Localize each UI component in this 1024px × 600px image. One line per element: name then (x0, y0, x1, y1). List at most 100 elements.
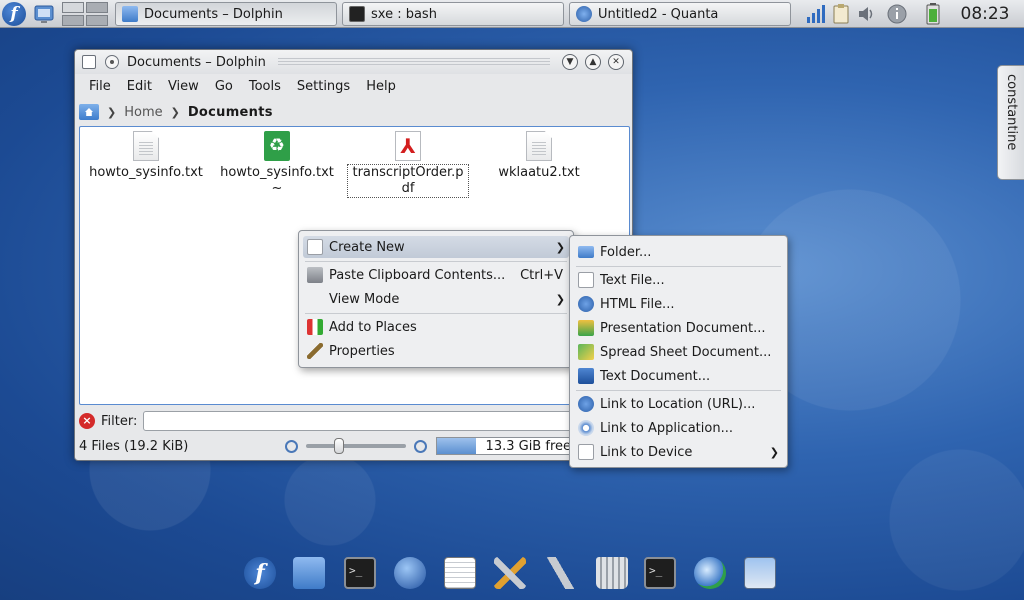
pager-desktop-3[interactable] (62, 15, 84, 26)
application-icon (578, 420, 594, 436)
file-name: howto_sysinfo.txt~ (220, 165, 334, 196)
filter-bar: × Filter: (79, 410, 630, 432)
tools-icon[interactable] (494, 557, 526, 589)
breadcrumb-current[interactable]: Documents (188, 105, 273, 120)
properties-icon (307, 343, 323, 359)
terminal-icon[interactable]: >_ (644, 557, 676, 589)
desktop-pager[interactable] (62, 2, 108, 26)
text-document-icon (578, 368, 594, 384)
volume-icon[interactable] (856, 3, 876, 25)
window-menu-icon[interactable] (82, 55, 96, 69)
titlebar-grip (277, 57, 550, 67)
file-item[interactable]: ⅄ transcriptOrder.pdf (347, 131, 469, 198)
menu-separator (305, 313, 567, 314)
submenu-item-spreadsheet[interactable]: Spread Sheet Document... (574, 341, 783, 363)
submenu-item-link-application[interactable]: Link to Application... (574, 417, 783, 439)
submenu-item-link-url[interactable]: Link to Location (URL)... (574, 393, 783, 415)
file-item[interactable]: ♻ howto_sysinfo.txt~ (217, 131, 337, 197)
menu-item-view-mode[interactable]: View Mode ❯ (303, 288, 569, 310)
clock[interactable]: 08:23 (946, 2, 1024, 26)
filter-input[interactable] (143, 411, 630, 431)
pager-desktop-2[interactable] (86, 2, 108, 13)
menu-settings[interactable]: Settings (289, 76, 358, 98)
trash-icon[interactable] (596, 557, 628, 589)
maximize-button-icon[interactable]: ▲ (585, 54, 601, 70)
network-signal-icon[interactable] (806, 3, 826, 25)
settings-icon[interactable] (545, 557, 577, 589)
menu-edit[interactable]: Edit (119, 76, 160, 98)
menu-help[interactable]: Help (358, 76, 404, 98)
menu-item-label: Folder... (600, 244, 652, 260)
chevron-right-icon: ❯ (555, 240, 565, 254)
menu-separator (576, 266, 781, 267)
html-file-icon (578, 296, 594, 312)
top-panel: f Documents – Dolphin sxe : bash Untitle… (0, 0, 1024, 28)
close-button-icon[interactable]: ✕ (608, 54, 624, 70)
window-titlebar[interactable]: Documents – Dolphin ▼ ▲ ✕ (75, 50, 632, 74)
menu-item-paste[interactable]: Paste Clipboard Contents... Ctrl+V (303, 264, 569, 286)
zoom-out-icon[interactable] (285, 439, 298, 453)
clear-filter-icon[interactable]: × (79, 413, 95, 429)
sticky-button-icon[interactable] (105, 55, 119, 69)
taskbar-item-terminal[interactable]: sxe : bash (342, 2, 564, 26)
status-bar: 4 Files (19.2 KiB) 13.3 GiB free (79, 436, 630, 456)
info-icon[interactable] (886, 3, 908, 25)
terminal-icon[interactable]: >_ (344, 557, 376, 589)
file-name: transcriptOrder.pdf (347, 164, 469, 198)
submenu-item-text-document[interactable]: Text Document... (574, 365, 783, 387)
fedora-icon[interactable]: f (244, 557, 276, 589)
clipboard-icon[interactable] (831, 3, 851, 25)
menu-tools[interactable]: Tools (241, 76, 289, 98)
file-item[interactable]: howto_sysinfo.txt (86, 131, 206, 181)
text-file-icon (578, 272, 594, 288)
menu-item-label: Text Document... (600, 368, 711, 384)
menu-item-label: Link to Location (URL)... (600, 396, 756, 412)
free-space-bar: 13.3 GiB free (436, 437, 576, 455)
quanta-icon (576, 6, 592, 22)
submenu-item-text-file[interactable]: Text File... (574, 269, 783, 291)
home-folder-icon[interactable] (293, 557, 325, 589)
menu-view[interactable]: View (160, 76, 207, 98)
menu-item-label: HTML File... (600, 296, 675, 312)
file-name: howto_sysinfo.txt (89, 165, 203, 180)
fedora-menu-icon[interactable]: f (2, 2, 26, 26)
text-file-icon (526, 131, 552, 161)
file-manager-icon[interactable] (744, 557, 776, 589)
context-menu: Create New ❯ Paste Clipboard Contents...… (298, 230, 574, 368)
menu-item-properties[interactable]: Properties (303, 340, 569, 362)
spreadsheet-icon (578, 344, 594, 360)
minimize-button-icon[interactable]: ▼ (562, 54, 578, 70)
taskbar-item-dolphin[interactable]: Documents – Dolphin (115, 2, 337, 26)
paste-icon (307, 267, 323, 283)
file-item[interactable]: wklaatu2.txt (479, 131, 599, 181)
text-editor-icon[interactable] (444, 557, 476, 589)
taskbar-item-quanta[interactable]: Untitled2 - Quanta (569, 2, 791, 26)
device-icon (578, 444, 594, 460)
pager-desktop-4[interactable] (86, 15, 108, 26)
home-folder-icon[interactable] (79, 104, 99, 120)
submenu-item-presentation[interactable]: Presentation Document... (574, 317, 783, 339)
menu-file[interactable]: File (81, 76, 119, 98)
zoom-slider[interactable] (306, 438, 406, 454)
submenu-item-folder[interactable]: Folder... (574, 241, 783, 263)
menu-item-create-new[interactable]: Create New ❯ (303, 236, 569, 258)
menu-item-label: Link to Device (600, 444, 693, 460)
pager-desktop-1[interactable] (62, 2, 84, 13)
menu-separator (576, 390, 781, 391)
menu-item-label: Properties (329, 343, 395, 359)
submenu-item-link-device[interactable]: Link to Device ❯ (574, 441, 783, 463)
submenu-item-html-file[interactable]: HTML File... (574, 293, 783, 315)
battery-icon[interactable] (926, 3, 940, 25)
show-desktop-icon[interactable] (33, 3, 55, 25)
zoom-slider-handle[interactable] (334, 438, 344, 454)
zoom-in-icon[interactable] (414, 439, 427, 453)
menu-go[interactable]: Go (207, 76, 241, 98)
globe-icon[interactable] (394, 557, 426, 589)
new-document-icon (307, 239, 323, 255)
breadcrumb-home[interactable]: Home (124, 105, 162, 120)
window-title: Documents – Dolphin (127, 54, 266, 70)
network-icon[interactable] (694, 557, 726, 589)
side-panel-tab[interactable]: constantine (997, 65, 1024, 180)
breadcrumb: ❯ Home ❯ Documents (79, 101, 273, 123)
menu-item-add-to-places[interactable]: Add to Places (303, 316, 569, 338)
